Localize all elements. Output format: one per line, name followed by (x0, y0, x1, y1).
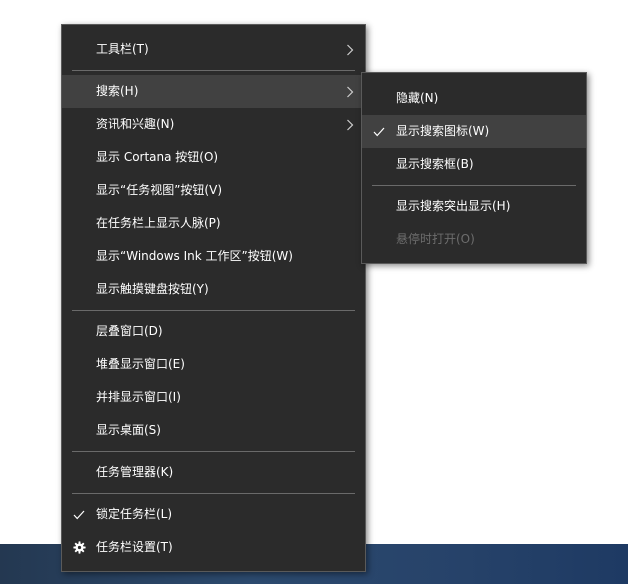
menu-item-label: 隐藏(N) (396, 91, 439, 105)
menu-item-label: 锁定任务栏(L) (96, 507, 173, 521)
menu-item-label: 任务管理器(K) (96, 465, 174, 479)
taskbar-context-menu: 工具栏(T) 搜索(H) 资讯和兴趣(N) 显示 Cortana 按钮(O) 显… (61, 24, 366, 572)
search-submenu: 隐藏(N) 显示搜索图标(W) 显示搜索框(B) 显示搜索突出显示(H) 悬停时… (361, 72, 587, 264)
checkmark-icon (371, 115, 387, 148)
menu-item-side-by-side-windows[interactable]: 并排显示窗口(I) (62, 381, 365, 414)
menu-separator (72, 451, 355, 452)
menu-item-label: 显示搜索框(B) (396, 157, 474, 171)
menu-item-show-desktop[interactable]: 显示桌面(S) (62, 414, 365, 447)
submenu-item-hidden[interactable]: 隐藏(N) (362, 82, 586, 115)
menu-item-label: 显示桌面(S) (96, 423, 161, 437)
menu-item-task-manager[interactable]: 任务管理器(K) (62, 456, 365, 489)
menu-item-label: 显示触摸键盘按钮(Y) (96, 282, 209, 296)
gear-icon (71, 531, 87, 564)
menu-item-lock-taskbar[interactable]: 锁定任务栏(L) (62, 498, 365, 531)
menu-item-label: 工具栏(T) (96, 42, 149, 56)
menu-item-cascade-windows[interactable]: 层叠窗口(D) (62, 315, 365, 348)
menu-item-label: 资讯和兴趣(N) (96, 117, 175, 131)
menu-item-label: 层叠窗口(D) (96, 324, 163, 338)
submenu-item-open-on-hover: 悬停时打开(O) (362, 223, 586, 256)
menu-item-stack-windows[interactable]: 堆叠显示窗口(E) (62, 348, 365, 381)
submenu-item-show-search-icon[interactable]: 显示搜索图标(W) (362, 115, 586, 148)
menu-item-label: 在任务栏上显示人脉(P) (96, 216, 221, 230)
menu-item-show-windows-ink-button[interactable]: 显示“Windows Ink 工作区”按钮(W) (62, 240, 365, 273)
menu-item-news-and-interests[interactable]: 资讯和兴趣(N) (62, 108, 365, 141)
chevron-right-icon (344, 33, 356, 66)
chevron-right-icon (344, 108, 356, 141)
menu-item-show-cortana-button[interactable]: 显示 Cortana 按钮(O) (62, 141, 365, 174)
menu-item-label: 并排显示窗口(I) (96, 390, 181, 404)
menu-item-toolbars[interactable]: 工具栏(T) (62, 33, 365, 66)
menu-item-label: 堆叠显示窗口(E) (96, 357, 185, 371)
chevron-right-icon (344, 75, 356, 108)
menu-item-label: 显示搜索图标(W) (396, 124, 490, 138)
menu-item-taskbar-settings[interactable]: 任务栏设置(T) (62, 531, 365, 564)
menu-item-show-touch-keyboard-button[interactable]: 显示触摸键盘按钮(Y) (62, 273, 365, 306)
menu-item-label: 显示 Cortana 按钮(O) (96, 150, 219, 164)
menu-separator (72, 493, 355, 494)
menu-separator (72, 310, 355, 311)
submenu-item-show-search-highlights[interactable]: 显示搜索突出显示(H) (362, 190, 586, 223)
menu-separator (372, 185, 576, 186)
menu-item-label: 搜索(H) (96, 84, 139, 98)
menu-item-show-task-view-button[interactable]: 显示“任务视图”按钮(V) (62, 174, 365, 207)
menu-item-show-people[interactable]: 在任务栏上显示人脉(P) (62, 207, 365, 240)
menu-item-label: 任务栏设置(T) (96, 540, 173, 554)
menu-separator (72, 70, 355, 71)
menu-item-label: 显示搜索突出显示(H) (396, 199, 511, 213)
menu-item-label: 悬停时打开(O) (396, 232, 475, 246)
submenu-item-show-search-box[interactable]: 显示搜索框(B) (362, 148, 586, 181)
menu-item-label: 显示“Windows Ink 工作区”按钮(W) (96, 249, 293, 263)
menu-item-label: 显示“任务视图”按钮(V) (96, 183, 223, 197)
checkmark-icon (71, 498, 87, 531)
menu-item-search[interactable]: 搜索(H) (62, 75, 365, 108)
